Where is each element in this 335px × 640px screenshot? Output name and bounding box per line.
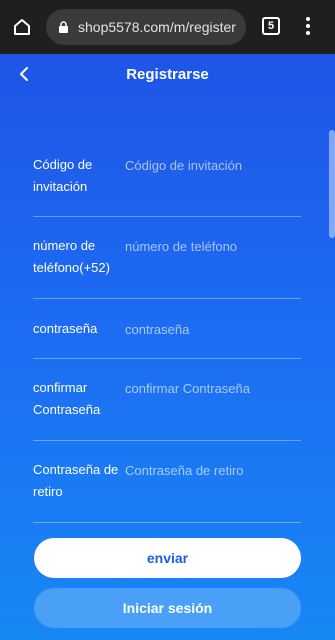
submit-button[interactable]: enviar xyxy=(34,538,301,578)
password-row: contraseña xyxy=(33,299,301,359)
password-input[interactable] xyxy=(125,318,301,340)
phone-label: número de teléfono(+52) xyxy=(33,238,110,275)
confirm-password-label: confirmar Contraseña xyxy=(33,380,101,417)
confirm-password-row: confirmar Contraseña xyxy=(33,359,301,441)
confirm-password-input[interactable] xyxy=(125,377,301,399)
withdraw-password-row: Contraseña de retiro xyxy=(33,441,301,523)
back-arrow-icon[interactable] xyxy=(14,62,34,86)
invite-code-row: Código de invitación xyxy=(33,149,301,217)
invite-code-input[interactable] xyxy=(125,154,301,176)
page-title: Registrarse xyxy=(126,65,209,83)
lock-icon xyxy=(58,20,70,34)
url-text: shop5578.com/m/register xyxy=(78,19,236,35)
scrollbar-thumb[interactable] xyxy=(329,130,335,238)
home-icon[interactable] xyxy=(11,16,33,38)
phone-row: número de teléfono(+52) xyxy=(33,217,301,299)
withdraw-password-input[interactable] xyxy=(125,459,301,481)
address-bar[interactable]: shop5578.com/m/register xyxy=(46,9,246,45)
phone-input[interactable] xyxy=(125,235,301,257)
invite-code-label: Código de invitación xyxy=(33,157,93,194)
login-button[interactable]: Iniciar sesión xyxy=(34,588,301,628)
withdraw-password-label: Contraseña de retiro xyxy=(33,462,119,499)
password-label: contraseña xyxy=(33,321,98,336)
register-form: Código de invitación número de teléfono(… xyxy=(33,149,301,523)
page-header: Registrarse xyxy=(0,54,335,94)
browser-menu-icon[interactable] xyxy=(300,14,316,38)
browser-toolbar: shop5578.com/m/register 5 xyxy=(0,0,335,54)
tab-switcher-button[interactable]: 5 xyxy=(262,17,280,35)
register-page: Registrarse Código de invitación número … xyxy=(0,54,335,640)
